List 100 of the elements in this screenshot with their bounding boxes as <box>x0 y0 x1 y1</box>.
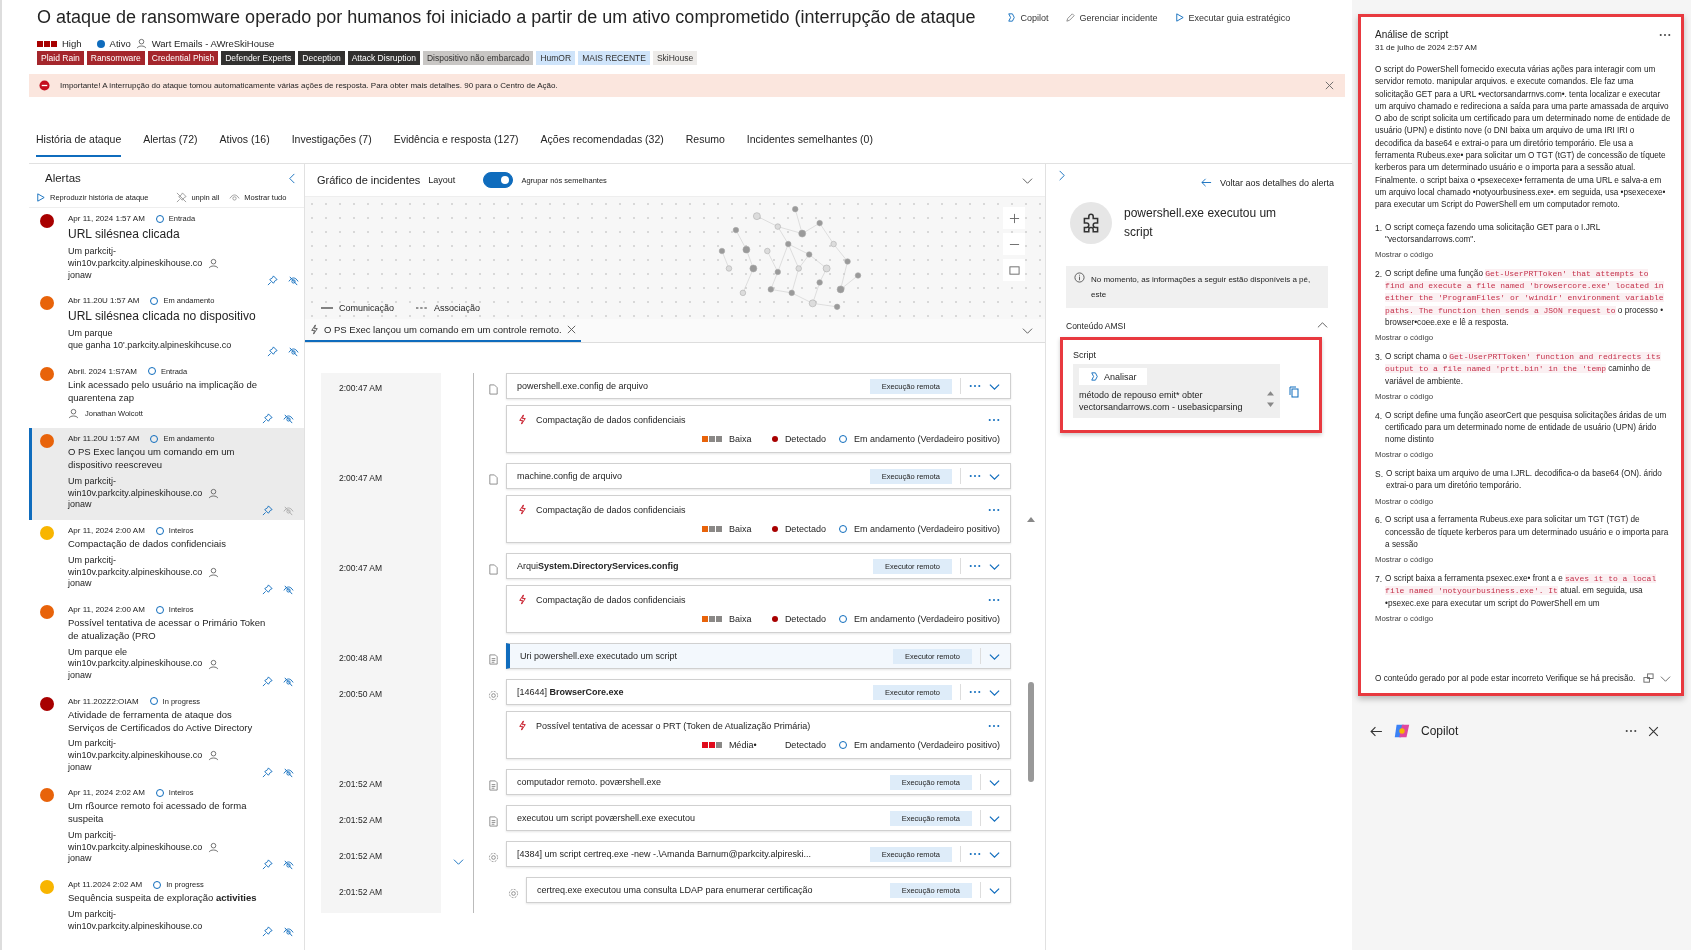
pin-icon[interactable] <box>262 505 273 517</box>
graph-node[interactable] <box>834 303 841 310</box>
tab[interactable]: Ativos (16) <box>219 133 270 157</box>
graph-node[interactable] <box>788 289 795 296</box>
graph-node[interactable] <box>774 223 781 230</box>
alert-card[interactable]: Compactação de dados confidenciais Baixa Detectado Em andamento (Verdadeiro positivo) <box>506 405 1011 453</box>
graph-node[interactable] <box>854 272 862 279</box>
more-icon[interactable] <box>988 597 1000 602</box>
graph-title: Gráfico de incidentes <box>317 174 421 186</box>
pin-icon[interactable] <box>262 767 273 779</box>
more-icon[interactable] <box>969 384 981 388</box>
graph-node[interactable] <box>739 289 746 296</box>
graph-node[interactable] <box>816 279 823 286</box>
graph-node[interactable] <box>792 206 799 213</box>
scroll-up-icon[interactable] <box>1027 516 1035 522</box>
graph-node[interactable] <box>785 241 792 248</box>
graph-node[interactable] <box>753 212 761 220</box>
tab[interactable]: Ações recomendadas (32) <box>540 133 664 157</box>
chevron-down-icon[interactable] <box>453 856 464 867</box>
chevron-right-icon[interactable] <box>1056 170 1067 181</box>
alert-card[interactable]: Compactação de dados confidenciais Baixa Detectado Em andamento (Verdadeiro positivo) <box>506 585 1011 633</box>
graph-node[interactable] <box>806 251 813 258</box>
tag: Ransomware <box>86 51 145 65</box>
hide-icon[interactable] <box>283 413 294 425</box>
layout-button[interactable]: Layout <box>428 175 456 185</box>
copy-icon[interactable] <box>1288 386 1300 399</box>
more-icon[interactable] <box>1659 32 1671 37</box>
script-field[interactable]: Analisar método de repouso emit* obter vectorsandarrows.com - usebasicparsing <box>1073 364 1280 418</box>
scrollbar-thumb[interactable] <box>1028 682 1034 782</box>
graph-node[interactable] <box>816 220 823 227</box>
tab[interactable]: Alertas (72) <box>143 133 198 157</box>
zoom-in-button[interactable] <box>1003 207 1025 229</box>
hide-icon[interactable] <box>283 675 294 687</box>
scroll-arrows-icon[interactable] <box>1267 390 1274 409</box>
more-icon[interactable] <box>988 507 1000 512</box>
device-name: que ganha 10'.parkcity.alpineskihcuse.co <box>68 340 232 352</box>
legend-label: Comunicação <box>339 303 395 313</box>
detection-label: Detectado <box>784 434 826 444</box>
graph-node[interactable] <box>764 247 771 255</box>
graph-node[interactable] <box>725 265 732 272</box>
analyze-button[interactable]: Analisar <box>1079 368 1147 386</box>
more-icon[interactable] <box>969 564 981 568</box>
header-action[interactable]: Executar guia estratégico <box>1173 12 1291 23</box>
graph-node[interactable] <box>844 258 851 265</box>
more-icon[interactable] <box>988 723 1000 728</box>
graph-node[interactable] <box>749 264 758 273</box>
alert-card[interactable]: Compactação de dados confidenciais Baixa Detectado Em andamento (Verdadeiro positivo) <box>506 495 1011 543</box>
close-icon[interactable] <box>565 324 577 335</box>
pin-icon[interactable] <box>267 345 278 357</box>
hide-icon[interactable] <box>283 767 294 779</box>
hide-icon[interactable] <box>283 926 294 938</box>
graph-node[interactable] <box>822 264 831 273</box>
hide-icon[interactable] <box>283 584 294 595</box>
pin-icon[interactable] <box>262 859 273 871</box>
hide-icon[interactable] <box>288 345 299 357</box>
collapse-icon[interactable] <box>287 172 298 184</box>
back-arrow-icon[interactable] <box>1370 724 1383 738</box>
chevron-down-icon[interactable] <box>1660 673 1671 685</box>
chevron-down-icon[interactable] <box>1022 325 1033 336</box>
tag: Attack Disruption <box>347 51 420 65</box>
graph-node[interactable] <box>767 286 774 293</box>
hide-icon[interactable] <box>283 859 294 871</box>
fit-view-button[interactable] <box>1003 259 1025 281</box>
feedback-icon[interactable] <box>1643 673 1654 685</box>
pin-icon[interactable] <box>262 413 273 425</box>
toggle-switch[interactable] <box>483 172 514 188</box>
hide-icon[interactable] <box>288 275 299 287</box>
more-icon[interactable] <box>988 417 1000 422</box>
graph-node[interactable] <box>808 299 817 308</box>
graph-node[interactable] <box>795 265 802 272</box>
alert-status: Em andamento (Verdadeiro positivo) <box>853 434 1000 444</box>
graph-node[interactable] <box>718 247 726 255</box>
tab[interactable]: História de ataque <box>36 133 122 157</box>
tab[interactable]: Incidentes semelhantes (0) <box>746 133 873 157</box>
alert-card[interactable]: Possível tentativa de acessar o PRT (Token de Atualização Primária) Média• Detectado Em andamento (Verdadeiro positivo) <box>506 711 1011 759</box>
header-action[interactable]: Copilot <box>1005 12 1049 23</box>
tab[interactable]: Evidência e resposta (127) <box>393 133 519 157</box>
copilot-title: Copilot <box>1421 724 1460 738</box>
more-icon[interactable] <box>969 474 981 478</box>
severity-label: High <box>62 38 82 49</box>
pin-icon[interactable] <box>262 584 273 595</box>
graph-node[interactable] <box>774 268 781 275</box>
back-link[interactable]: Voltar aos detalhes do alerta <box>1200 177 1334 188</box>
header-action[interactable]: Gerenciar incidente <box>1064 12 1158 23</box>
graph-node[interactable] <box>732 227 739 234</box>
tab[interactable]: Resumo <box>685 133 725 157</box>
more-icon[interactable] <box>969 690 981 694</box>
graph-node[interactable] <box>830 241 837 248</box>
graph-node[interactable] <box>836 285 845 294</box>
pin-icon[interactable] <box>262 675 273 687</box>
graph-node[interactable] <box>742 245 751 254</box>
more-icon[interactable] <box>1625 729 1637 733</box>
pin-icon[interactable] <box>267 275 278 287</box>
more-icon[interactable] <box>969 852 981 856</box>
copilot-icon <box>1005 12 1017 23</box>
close-icon[interactable] <box>1647 724 1660 738</box>
event-text: executou um script poværshell.exe executou <box>517 813 697 823</box>
graph-node[interactable] <box>798 229 806 238</box>
tab[interactable]: Investigações (7) <box>291 133 372 157</box>
pin-icon[interactable] <box>262 926 273 938</box>
